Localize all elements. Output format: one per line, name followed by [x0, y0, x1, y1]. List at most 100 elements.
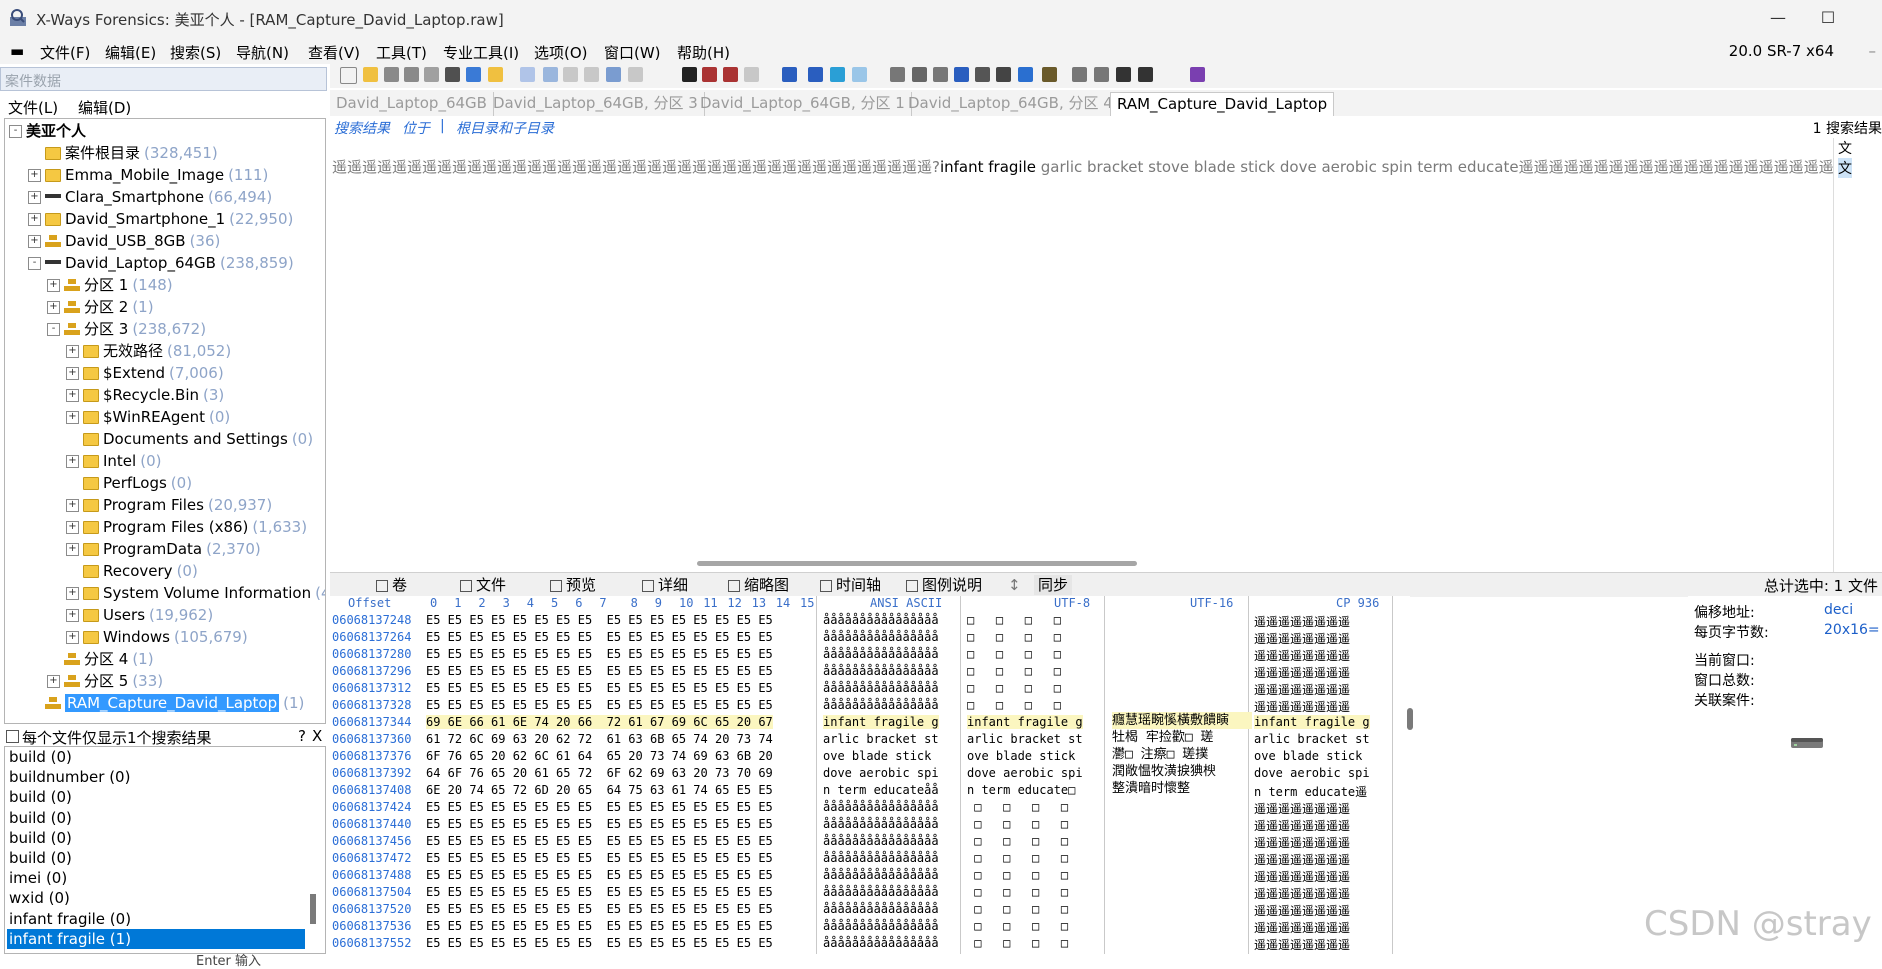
tree-node[interactable]: + 分区 5 (33): [47, 671, 163, 691]
camera-icon[interactable]: [996, 67, 1011, 82]
maximize-button[interactable]: ☐: [1818, 8, 1838, 28]
minimize-button[interactable]: —: [1768, 8, 1788, 28]
search-icon[interactable]: [975, 67, 990, 82]
tree-node[interactable]: + 分区 2 (1): [47, 297, 154, 317]
tree-node[interactable]: + Clara_Smartphone (66,494): [28, 187, 272, 207]
collapse-icon[interactable]: -: [47, 323, 60, 336]
cut-icon[interactable]: [584, 67, 599, 82]
menu-tools[interactable]: 工具(T): [376, 42, 427, 63]
forward-icon[interactable]: [852, 67, 867, 82]
back-icon[interactable]: [830, 67, 845, 82]
tree-node[interactable]: + System Volume Information(4): [66, 583, 325, 603]
disk-icon[interactable]: [445, 67, 460, 82]
replace-icon[interactable]: [744, 67, 759, 82]
properties-icon[interactable]: [424, 67, 439, 82]
expand-icon[interactable]: +: [66, 631, 79, 644]
search-term-item[interactable]: build (0): [7, 828, 305, 848]
tree-node[interactable]: 分区 4 (1): [47, 649, 154, 669]
tab-david-laptop-partition-4[interactable]: David_Laptop_64GB, 分区 4: [902, 92, 1120, 116]
tab-david-laptop-partition-3[interactable]: David_Laptop_64GB, 分区 3: [487, 92, 705, 116]
search-list-scrollbar[interactable]: [310, 894, 316, 924]
grid-icon[interactable]: [1072, 67, 1087, 82]
save-icon[interactable]: [384, 67, 399, 82]
navigate-icon[interactable]: [782, 67, 797, 82]
undo-icon[interactable]: [520, 67, 535, 82]
tools-icon[interactable]: [890, 67, 905, 82]
legend-view-button[interactable]: 图例说明: [906, 575, 982, 595]
copy-icon[interactable]: [543, 67, 558, 82]
export-icon[interactable]: [466, 67, 481, 82]
tree-node[interactable]: + Intel (0): [66, 451, 161, 471]
expand-icon[interactable]: +: [66, 389, 79, 402]
book-icon[interactable]: [1190, 67, 1205, 82]
expand-icon[interactable]: +: [66, 411, 79, 424]
gallery-icon[interactable]: [933, 67, 948, 82]
clipboard-icon[interactable]: [606, 67, 621, 82]
tree-node[interactable]: + David_Smartphone_1 (22,950): [28, 209, 293, 229]
expand-icon[interactable]: +: [28, 169, 41, 182]
volume-view-button[interactable]: 卷: [376, 575, 407, 595]
table-icon[interactable]: [1094, 67, 1109, 82]
sync-icon[interactable]: [628, 67, 643, 82]
expand-icon[interactable]: +: [66, 455, 79, 468]
tree-node[interactable]: 案件根目录 (328,451): [28, 143, 218, 163]
tree-node[interactable]: + Users (19,962): [66, 605, 213, 625]
search-term-item[interactable]: build (0): [7, 848, 305, 868]
search-term-item[interactable]: imei (0): [7, 868, 305, 888]
new-case-icon[interactable]: [340, 67, 357, 84]
open-icon[interactable]: [363, 67, 378, 82]
menu-window[interactable]: 窗口(W): [604, 42, 661, 63]
tree-node[interactable]: - David_Laptop_64GB (238,859): [28, 253, 294, 273]
search-term-item[interactable]: buildnumber (0): [7, 767, 305, 787]
located-in-link[interactable]: 位于: [402, 118, 430, 138]
expand-icon[interactable]: +: [28, 235, 41, 248]
search-results-link[interactable]: 搜索结果: [334, 118, 390, 138]
thumbnail-view-button[interactable]: 缩略图: [728, 575, 789, 595]
find-text-icon[interactable]: [702, 67, 717, 82]
case-menu-edit[interactable]: 编辑(D): [78, 97, 131, 118]
tree-node[interactable]: + David_USB_8GB (36): [28, 231, 220, 251]
hex-editor[interactable]: Offset 0 1 2 3 4 5 6 7 8 9 10 11 12 13 14 15 ANSI ASCII UT…: [330, 596, 1410, 954]
tree-node[interactable]: + Windows (105,679): [66, 627, 248, 647]
menu-view[interactable]: 查看(V): [308, 42, 360, 63]
find-icon[interactable]: [682, 67, 697, 82]
menu-help[interactable]: 帮助(H): [677, 42, 730, 63]
refine-icon[interactable]: [912, 67, 927, 82]
timeline-view-button[interactable]: 时间轴: [820, 575, 881, 595]
case-menu-file[interactable]: 文件(L): [8, 97, 58, 118]
restore-child-button[interactable]: –: [1869, 42, 1877, 60]
expand-icon[interactable]: +: [28, 191, 41, 204]
search-term-item[interactable]: build (0): [7, 747, 305, 767]
menu-search[interactable]: 搜索(S): [170, 42, 221, 63]
collapse-icon[interactable]: -: [9, 125, 22, 138]
tree-node[interactable]: + 无效路径 (81,052): [66, 341, 231, 361]
file-row[interactable]: 文: [1838, 158, 1852, 178]
hex-vscrollbar[interactable]: [1407, 708, 1413, 730]
sync-view-button[interactable]: 同步: [1034, 575, 1073, 595]
menu-specialist[interactable]: 专业工具(I): [443, 42, 519, 63]
search-term-item[interactable]: infant fragile (0): [7, 909, 305, 929]
expand-icon[interactable]: +: [66, 499, 79, 512]
tree-node[interactable]: + Program Files (20,937): [66, 495, 272, 515]
expand-icon[interactable]: +: [47, 301, 60, 314]
details-view-button[interactable]: 详细: [642, 575, 688, 595]
expand-icon[interactable]: +: [47, 675, 60, 688]
expand-icon[interactable]: +: [47, 279, 60, 292]
expand-icon[interactable]: +: [66, 367, 79, 380]
tab-david-laptop[interactable]: David_Laptop_64GB: [330, 92, 494, 116]
preview-hscrollbar[interactable]: [697, 561, 1137, 566]
goto-offset-icon[interactable]: [808, 67, 823, 82]
expand-icon[interactable]: +: [66, 345, 79, 358]
search-term-list[interactable]: build (0) buildnumber (0) build (0) build (…: [4, 746, 326, 954]
tree-node[interactable]: - 分区 3 (238,672): [47, 319, 206, 339]
search-term-item[interactable]: infant fragile (1): [7, 928, 305, 949]
case-tree[interactable]: - 美亚个人 案件根目录 (328,451) + Emma_Mobile_Image (11…: [4, 118, 326, 724]
tree-node[interactable]: + Program Files (x86) (1,633): [66, 517, 307, 537]
system-menu-icon[interactable]: ▬: [10, 42, 24, 60]
prev-icon[interactable]: [1116, 67, 1131, 82]
tree-node[interactable]: - 美亚个人: [9, 121, 86, 141]
tree-node[interactable]: Documents and Settings (0): [66, 429, 313, 449]
menu-edit[interactable]: 编辑(E): [105, 42, 156, 63]
expand-icon[interactable]: +: [28, 213, 41, 226]
image-icon[interactable]: [954, 67, 969, 82]
